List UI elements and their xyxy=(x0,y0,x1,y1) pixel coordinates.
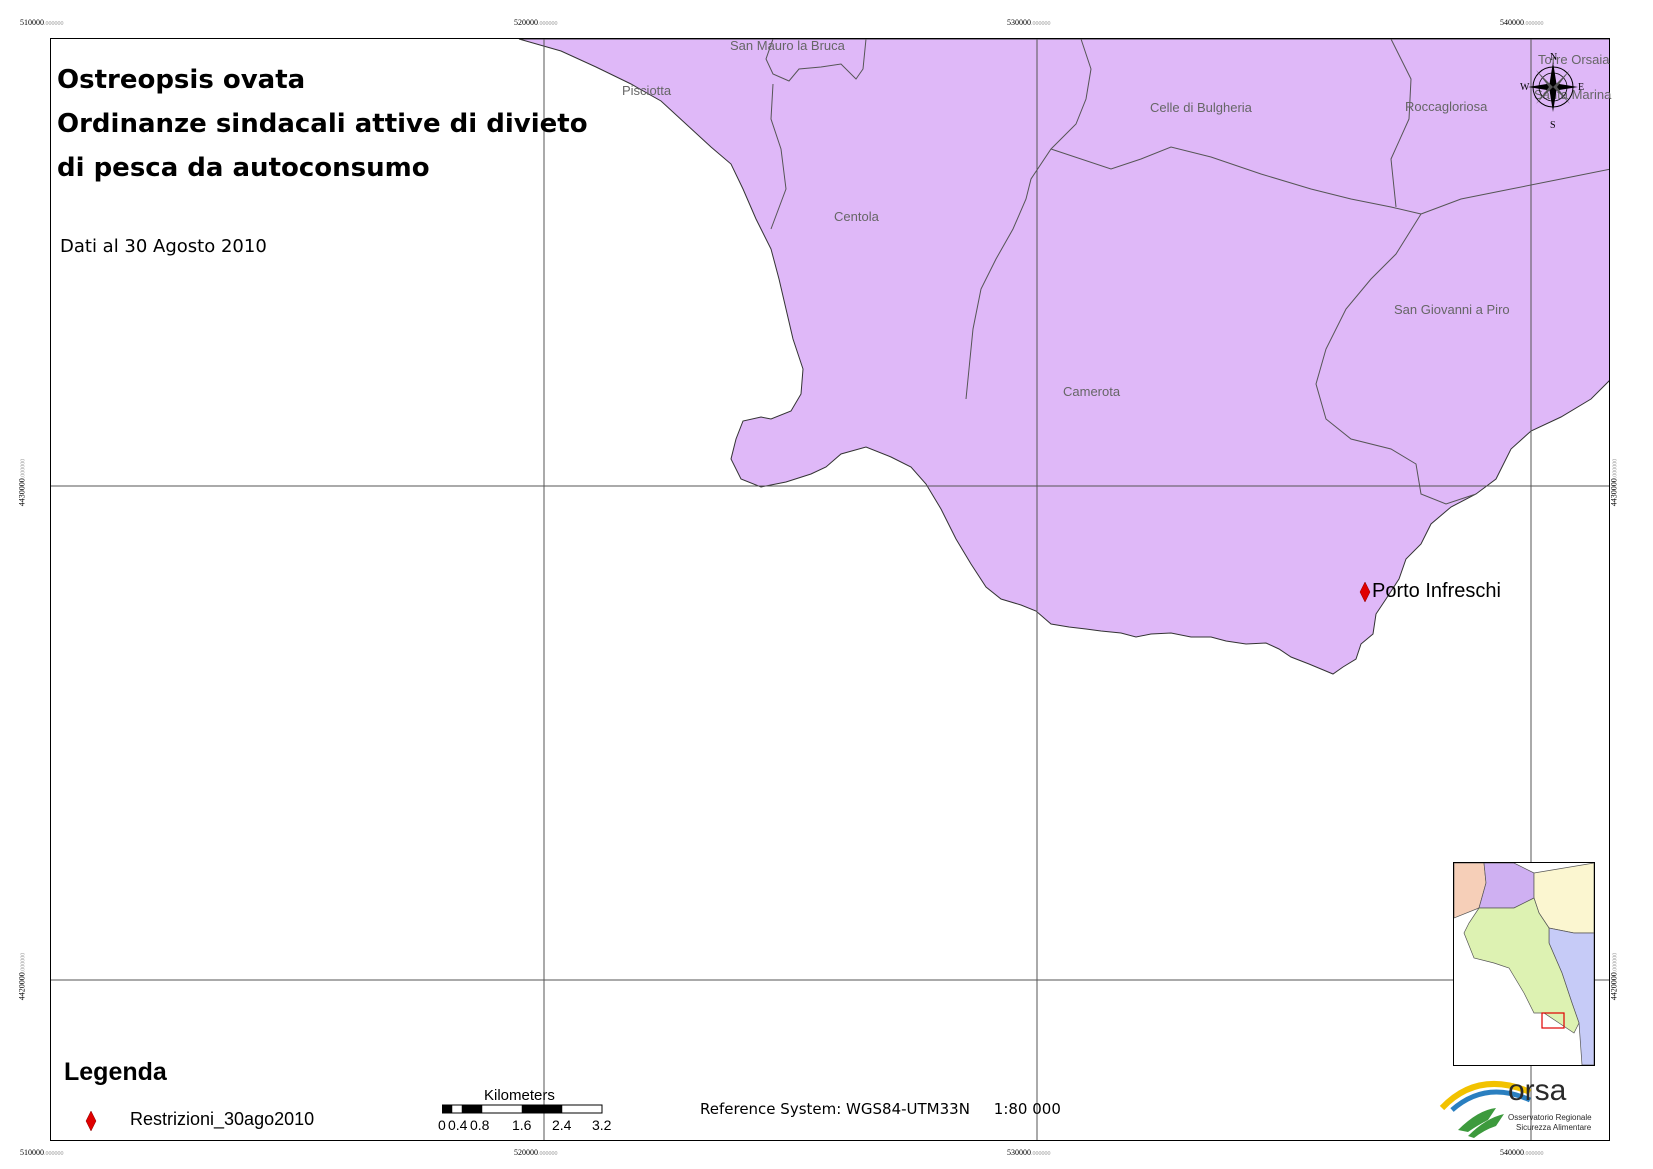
scalebar-tick-0: 0 xyxy=(438,1117,446,1133)
porto-infreschi-label: Porto Infreschi xyxy=(1372,580,1501,602)
title-line-3: di pesca da autoconsumo xyxy=(57,153,430,183)
y-label-4420000-right: 4420000.000000 xyxy=(1609,952,1619,1001)
label-centola: Centola xyxy=(834,209,879,224)
y-label-4420000-left: 4420000.000000 xyxy=(17,952,27,1001)
scalebar-tick-2.4: 2.4 xyxy=(552,1117,572,1133)
x-label-540000-top: 540000.000000 xyxy=(1500,18,1544,27)
svg-text:N: N xyxy=(1550,52,1557,63)
x-label-520000-top: 520000.000000 xyxy=(514,18,558,27)
scalebar-tick-0.4: 0.4 xyxy=(448,1117,468,1133)
scalebar-tick-3.2: 3.2 xyxy=(592,1117,612,1133)
scalebar-unit: Kilometers xyxy=(484,1087,555,1104)
svg-text:W: W xyxy=(1520,82,1530,93)
scalebar-tick-0.8: 0.8 xyxy=(470,1117,490,1133)
x-label-540000-bottom: 540000.000000 xyxy=(1500,1148,1544,1157)
scalebar-tick-1.6: 1.6 xyxy=(512,1117,532,1133)
map-title: Ostreopsis ovata Ordinanze sindacali att… xyxy=(57,58,588,190)
y-label-4430000-left: 4430000.000000 xyxy=(17,458,27,507)
x-label-530000-top: 530000.000000 xyxy=(1007,18,1051,27)
scalebar xyxy=(442,1104,603,1114)
x-label-520000-bottom: 520000.000000 xyxy=(514,1148,558,1157)
orsa-logo: orsa Osservatorio Regionale Sicurezza Al… xyxy=(1439,1074,1592,1138)
legend-item-restrizioni: Restrizioni_30ago2010 xyxy=(130,1109,315,1129)
title-line-1: Ostreopsis ovata xyxy=(57,65,306,95)
title-line-2: Ordinanze sindacali attive di divieto xyxy=(57,109,588,139)
svg-text:Sicurezza Alimentare: Sicurezza Alimentare xyxy=(1516,1123,1592,1132)
x-label-530000-bottom: 530000.000000 xyxy=(1007,1148,1051,1157)
y-label-4430000-right: 4430000.000000 xyxy=(1609,458,1619,507)
label-san-giovanni-a-piro: San Giovanni a Piro xyxy=(1394,302,1510,317)
x-label-510000-top: 510000.000000 xyxy=(20,18,64,27)
label-camerota: Camerota xyxy=(1063,384,1121,399)
map-scale: 1:80 000 xyxy=(993,1100,1061,1118)
svg-text:orsa: orsa xyxy=(1508,1074,1567,1107)
map-date: Dati al 30 Agosto 2010 xyxy=(60,236,267,257)
land-area xyxy=(518,39,1609,675)
north-arrow-icon: N S W E xyxy=(1520,52,1584,130)
svg-text:S: S xyxy=(1550,120,1556,130)
x-label-510000-bottom: 510000.000000 xyxy=(20,1148,64,1157)
label-celle-di-bulgheria: Celle di Bulgheria xyxy=(1150,100,1252,115)
locator-inset-map xyxy=(1453,862,1595,1066)
legend-title: Legenda xyxy=(64,1058,167,1086)
reference-system-label: Reference System: WGS84-UTM33N xyxy=(700,1100,970,1118)
svg-text:Osservatorio Regionale: Osservatorio Regionale xyxy=(1508,1113,1592,1122)
label-roccagloriosa: Roccagloriosa xyxy=(1405,99,1488,114)
label-san-mauro-la-bruca: San Mauro la Bruca xyxy=(730,38,845,53)
reference-system: Reference System: WGS84-UTM33N 1:80 000 xyxy=(700,1100,1061,1118)
svg-text:E: E xyxy=(1578,82,1584,93)
red-diamond-icon xyxy=(85,1111,97,1131)
label-pisciotta: Pisciotta xyxy=(622,83,672,98)
